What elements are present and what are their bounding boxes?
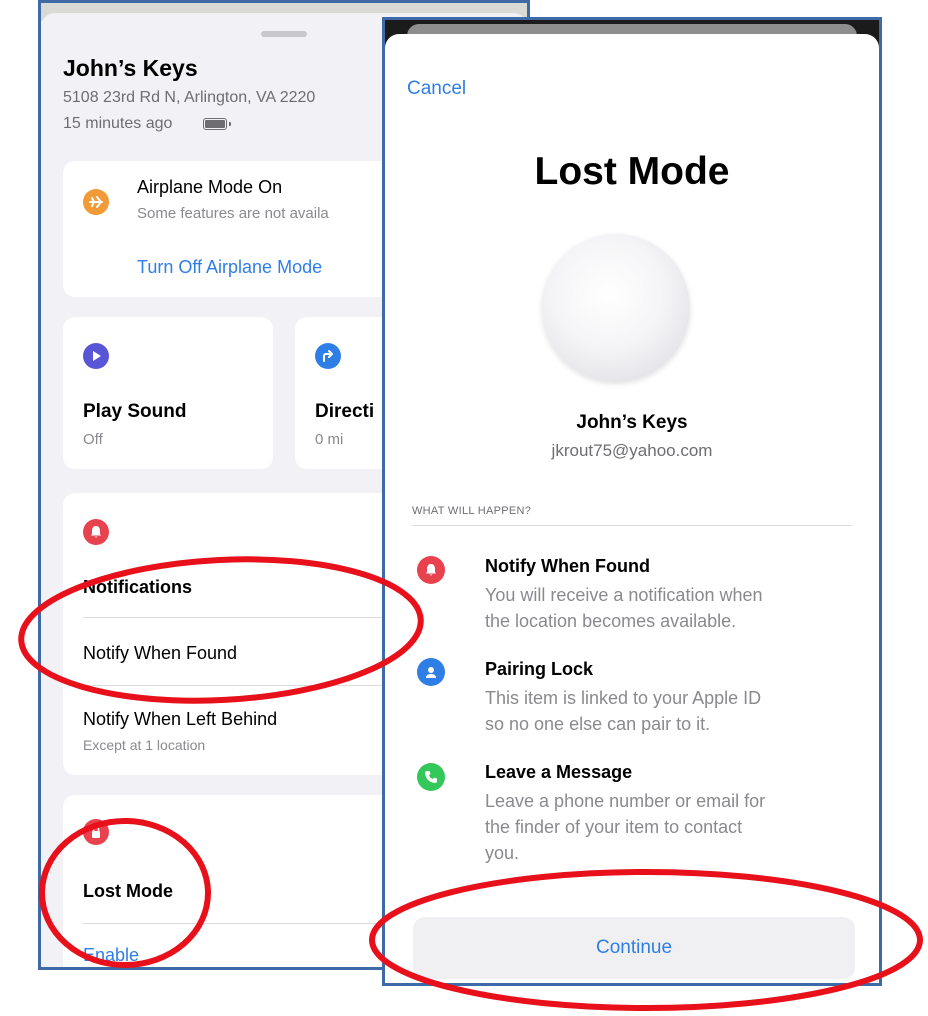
- notifications-heading: Notifications: [83, 577, 193, 597]
- feature-desc-pairing-line2: so no one else can pair to it.: [485, 714, 711, 734]
- feature-desc-message-line3: you.: [485, 843, 520, 863]
- battery-icon: [203, 118, 231, 130]
- owner-email: jkrout75@yahoo.com: [551, 441, 713, 460]
- feature-desc-notify-line1: You will receive a notification when: [485, 585, 763, 605]
- directions-arrow-icon: [315, 343, 341, 369]
- divider: [412, 525, 852, 526]
- airplane-mode-subtitle: Some features are not availa: [137, 205, 329, 222]
- play-sound-tile[interactable]: Play Sound Off: [63, 317, 273, 469]
- lost-mode-heading: Lost Mode: [83, 881, 173, 901]
- airplane-mode-title: Airplane Mode On: [137, 177, 283, 197]
- item-address: 5108 23rd Rd N, Arlington, VA 2220: [63, 89, 316, 106]
- feature-desc-pairing-line1: This item is linked to your Apple ID: [485, 688, 762, 708]
- feature-title-message: Leave a Message: [485, 762, 633, 782]
- last-seen-time: 15 minutes ago: [63, 115, 173, 132]
- feature-desc-notify-line2: the location becomes available.: [485, 611, 737, 631]
- sheet-grabber[interactable]: [261, 31, 307, 37]
- modal-title: Lost Mode: [534, 150, 730, 193]
- enable-lost-mode-button[interactable]: Enable: [83, 945, 139, 966]
- lock-icon: [83, 819, 109, 845]
- bell-icon: [83, 519, 109, 545]
- phone-icon: [417, 763, 445, 791]
- item-name: John’s Keys: [576, 412, 688, 433]
- notify-when-left-behind-row[interactable]: Notify When Left Behind: [83, 709, 277, 730]
- lost-mode-modal-screen: Cancel Lost Mode John’s Keys jkrout75@ya…: [382, 17, 882, 986]
- airplane-icon: [83, 189, 109, 215]
- feature-desc-message-line1: Leave a phone number or email for: [485, 791, 766, 811]
- person-icon: [417, 658, 445, 686]
- directions-distance: 0 mi: [315, 431, 344, 448]
- notify-when-left-behind-subtitle: Except at 1 location: [83, 737, 206, 753]
- feature-title-pairing: Pairing Lock: [485, 659, 594, 679]
- continue-button[interactable]: Continue: [413, 917, 855, 979]
- turn-off-airplane-mode-button[interactable]: Turn Off Airplane Mode: [137, 257, 322, 278]
- cancel-button[interactable]: Cancel: [407, 78, 466, 100]
- play-sound-status: Off: [83, 431, 103, 448]
- play-sound-title: Play Sound: [83, 401, 187, 422]
- directions-title: Directi: [315, 401, 375, 422]
- bell-icon: [417, 556, 445, 584]
- item-title: John’s Keys: [63, 55, 198, 81]
- feature-desc-message-line2: the finder of your item to contact: [485, 817, 743, 837]
- lost-mode-modal: Cancel Lost Mode John’s Keys jkrout75@ya…: [385, 34, 879, 983]
- feature-title-notify: Notify When Found: [485, 556, 650, 576]
- airtag-image: [542, 234, 690, 382]
- play-icon: [83, 343, 109, 369]
- notify-when-found-row[interactable]: Notify When Found: [83, 643, 237, 664]
- section-label: WHAT WILL HAPPEN?: [412, 505, 532, 517]
